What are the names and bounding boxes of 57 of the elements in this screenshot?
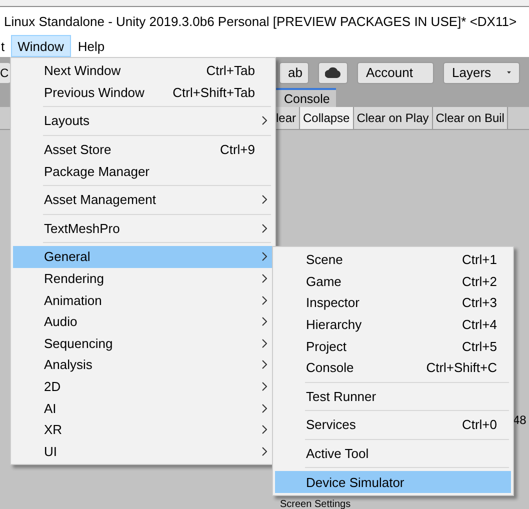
menu-item[interactable]: AI bbox=[13, 397, 273, 419]
chevron-icon bbox=[262, 446, 266, 456]
chevron-icon bbox=[262, 116, 266, 126]
dropdown-button[interactable]: ab bbox=[279, 62, 309, 84]
console-toolbar-button[interactable]: Clear on Buil bbox=[432, 107, 508, 129]
cloud-button[interactable] bbox=[318, 62, 348, 84]
window-title: Linux Standalone - Unity 2019.3.0b6 Personal [PREVIEW PACKAGES IN USE]* <DX11> bbox=[4, 14, 517, 28]
menu-bar-item[interactable]: Help bbox=[70, 35, 112, 57]
chevron-icon bbox=[262, 195, 266, 204]
menu-item[interactable]: Rendering bbox=[13, 268, 273, 290]
menu-item[interactable]: Inspector Ctrl+3 bbox=[275, 292, 511, 314]
menu-item[interactable]: General bbox=[13, 246, 273, 268]
value-text: 48 bbox=[513, 413, 526, 427]
menu-item[interactable]: Previous Window Ctrl+Shift+Tab bbox=[13, 82, 273, 104]
menu-item[interactable]: 2D bbox=[13, 376, 273, 398]
menu-item[interactable]: Audio bbox=[13, 310, 273, 333]
menu-item[interactable]: Scene Ctrl+1 bbox=[275, 249, 511, 271]
menu-item[interactable]: Active Tool bbox=[275, 442, 511, 464]
chevron-icon bbox=[262, 317, 266, 326]
menu-bar-item[interactable]: t bbox=[0, 35, 11, 57]
menu-item[interactable]: Next Window Ctrl+Tab bbox=[13, 60, 273, 82]
menu-item[interactable]: Animation bbox=[13, 289, 273, 311]
menu-item[interactable]: Game Ctrl+2 bbox=[275, 270, 511, 292]
menu-item[interactable]: Sequencing bbox=[13, 332, 273, 354]
dropdown-button[interactable]: Account bbox=[357, 62, 434, 84]
chevron-icon bbox=[262, 296, 266, 305]
menu-item[interactable]: Analysis bbox=[13, 354, 273, 376]
menu-item[interactable]: Hierarchy Ctrl+4 bbox=[275, 314, 511, 336]
cloud-icon bbox=[325, 67, 341, 78]
console-tab[interactable]: Console bbox=[276, 88, 336, 107]
caret-icon bbox=[507, 70, 511, 75]
menu-item[interactable]: Asset Store Ctrl+9 bbox=[13, 138, 273, 160]
chevron-icon bbox=[262, 360, 266, 370]
chevron-icon bbox=[262, 274, 266, 284]
chevron-icon bbox=[262, 425, 266, 434]
chevron-icon bbox=[262, 404, 266, 413]
dropdown-button[interactable]: Layers bbox=[443, 62, 520, 84]
menu-item[interactable]: Project Ctrl+5 bbox=[275, 335, 511, 357]
chevron-icon bbox=[262, 382, 266, 392]
menu-item[interactable]: Console Ctrl+Shift+C bbox=[275, 356, 511, 379]
menu-item[interactable]: Test Runner bbox=[275, 386, 511, 408]
menu-item[interactable]: Package Manager bbox=[13, 160, 273, 182]
menu-item[interactable]: TextMeshPro bbox=[13, 218, 273, 240]
menu-item[interactable]: Layouts bbox=[13, 110, 273, 132]
console-toolbar-button[interactable]: Clear on Play bbox=[354, 107, 433, 129]
chevron-icon bbox=[262, 338, 266, 348]
menu-item[interactable]: Services Ctrl+0 bbox=[275, 414, 511, 436]
console-toolbar-button[interactable]: Collapse bbox=[300, 107, 354, 129]
chevron-icon bbox=[262, 252, 266, 262]
menu-item[interactable]: XR bbox=[13, 418, 273, 440]
menu-item[interactable]: Device Simulator bbox=[275, 471, 511, 493]
toolbar-button[interactable]: C bbox=[0, 62, 11, 82]
menu-item[interactable]: Asset Management bbox=[13, 188, 273, 211]
menu-item[interactable]: UI bbox=[13, 440, 273, 462]
section-header[interactable]: Screen Settings bbox=[280, 499, 351, 509]
menu-bar-item[interactable]: Window bbox=[10, 35, 71, 57]
chevron-icon bbox=[262, 224, 266, 233]
